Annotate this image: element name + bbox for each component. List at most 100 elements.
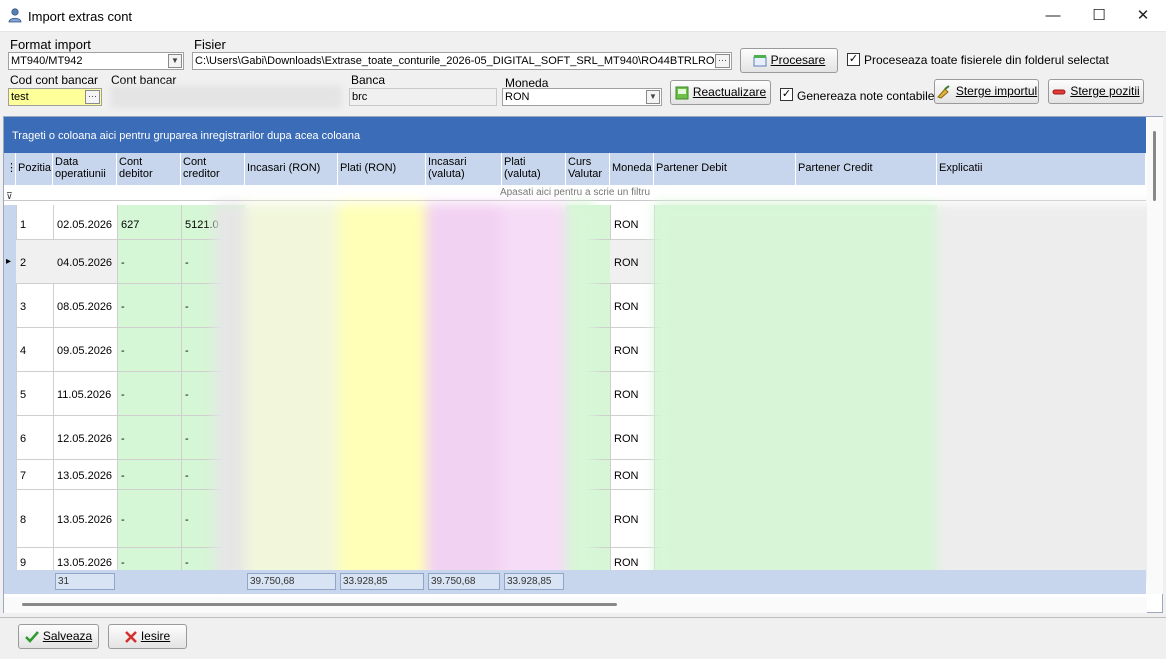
col-header-label: Cont bbox=[119, 156, 143, 168]
cell-cont-creditor: - bbox=[185, 514, 189, 526]
col-header-data[interactable]: Data operatiunii bbox=[53, 153, 117, 185]
browse-cont-button[interactable]: ··· bbox=[85, 90, 100, 104]
cell-cont-debitor: 627 bbox=[121, 219, 140, 231]
horizontal-scrollbar[interactable] bbox=[4, 597, 1147, 613]
maximize-button[interactable]: ☐ bbox=[1076, 0, 1122, 32]
cell-data: 13.05.2026 bbox=[57, 557, 113, 569]
cell-cont-creditor: - bbox=[185, 345, 189, 357]
browse-file-button[interactable]: ··· bbox=[715, 54, 730, 68]
cell-moneda: RON bbox=[614, 257, 639, 269]
cell-pozitia: 2 bbox=[20, 257, 27, 269]
title-bar: Import extras cont — ☐ ✕ bbox=[0, 0, 1166, 32]
banca-field: brc bbox=[349, 88, 497, 106]
format-import-select[interactable]: MT940/MT942 ▼ bbox=[8, 52, 184, 70]
col-header-cont-creditor[interactable]: Cont creditor bbox=[181, 153, 245, 185]
footer-plati-valuta: 33.928,85 bbox=[504, 573, 564, 590]
sterge-pozitii-button[interactable]: Sterge pozitii bbox=[1048, 79, 1144, 104]
group-hint: Trageti o coloana aici pentru gruparea i… bbox=[12, 130, 361, 142]
partners-redacted bbox=[654, 203, 1164, 581]
cell-cont-debitor: - bbox=[121, 301, 125, 313]
cod-cont-input[interactable]: test ··· bbox=[8, 88, 102, 106]
chevron-down-icon[interactable]: ▼ bbox=[168, 54, 182, 68]
col-header-plati-ron[interactable]: Plati (RON) bbox=[338, 153, 426, 185]
col-header-cont-debitor[interactable]: Cont debitor bbox=[117, 153, 181, 185]
close-button[interactable]: ✕ bbox=[1120, 0, 1166, 32]
footer-count: 31 bbox=[55, 573, 115, 590]
app-user-icon bbox=[8, 8, 22, 23]
col-header-label: (valuta) bbox=[504, 168, 541, 180]
vertical-scrollbar[interactable] bbox=[1147, 117, 1163, 594]
scroll-thumb[interactable] bbox=[1153, 131, 1156, 201]
proceseaza-toate-label: Proceseaza toate fisierele din folderul … bbox=[864, 53, 1109, 67]
col-header-label: creditor bbox=[183, 168, 220, 180]
cell-cont-creditor: - bbox=[185, 557, 189, 569]
cont-bancar-label: Cont bancar bbox=[111, 73, 177, 87]
footer-incasari-valuta: 39.750,68 bbox=[428, 573, 500, 590]
cell-moneda: RON bbox=[614, 301, 639, 313]
col-header-label: Data bbox=[55, 156, 79, 168]
col-header-pozitia[interactable]: Pozitia bbox=[16, 153, 53, 185]
grid-line bbox=[117, 205, 118, 573]
col-header-label: Partener Debit bbox=[656, 162, 727, 174]
check-icon: ✓ bbox=[781, 88, 792, 100]
chevron-down-icon[interactable]: ▼ bbox=[646, 90, 660, 104]
col-header-label: Valutar bbox=[568, 168, 603, 180]
cont-bancar-redacted bbox=[110, 86, 342, 108]
col-header-partener-debit[interactable]: Partener Debit bbox=[654, 153, 796, 185]
cell-pozitia: 6 bbox=[20, 433, 27, 445]
proceseaza-toate-checkbox[interactable]: ✓ bbox=[847, 53, 860, 66]
salveaza-label: Salveaza bbox=[42, 629, 93, 643]
footer-plati-ron: 33.928,85 bbox=[340, 573, 424, 590]
col-header-label: Curs bbox=[568, 156, 592, 168]
col-header-incasari-ron[interactable]: Incasari (RON) bbox=[245, 153, 338, 185]
cell-pozitia: 8 bbox=[20, 514, 27, 526]
fisier-value: C:\Users\Gabi\Downloads\Extrase_toate_co… bbox=[195, 55, 732, 67]
cod-cont-value: test bbox=[11, 91, 29, 103]
col-header-curs-valutar[interactable]: Curs Valutar bbox=[566, 153, 610, 185]
sterge-importul-button[interactable]: Sterge importul bbox=[934, 79, 1039, 104]
cell-cont-debitor: - bbox=[121, 389, 125, 401]
col-header-plati-valuta[interactable]: Plati (valuta) bbox=[502, 153, 566, 185]
transactions-grid: Trageti o coloana aici pentru gruparea i… bbox=[3, 116, 1164, 613]
sterge-pozitii-label: Sterge pozitii bbox=[1070, 84, 1140, 98]
cell-pozitia: 9 bbox=[20, 557, 27, 569]
broom-icon bbox=[936, 85, 950, 99]
col-header-label: Moneda bbox=[612, 162, 652, 174]
col-header-moneda[interactable]: Moneda bbox=[610, 153, 654, 185]
cell-data: 13.05.2026 bbox=[57, 470, 113, 482]
filter-row[interactable]: ⊽ Apasati aici pentru a scrie un filtru bbox=[4, 185, 1146, 201]
cell-data: 09.05.2026 bbox=[57, 345, 113, 357]
moneda-select[interactable]: RON ▼ bbox=[502, 88, 662, 106]
check-icon: ✓ bbox=[848, 53, 859, 65]
genereaza-note-checkbox[interactable]: ✓ bbox=[780, 88, 793, 101]
cell-moneda: RON bbox=[614, 433, 639, 445]
cell-pozitia: 7 bbox=[20, 470, 27, 482]
cell-cont-creditor: - bbox=[185, 470, 189, 482]
col-header-incasari-valuta[interactable]: Incasari (valuta) bbox=[426, 153, 502, 185]
column-chooser-button[interactable]: ⋮ bbox=[4, 153, 16, 185]
cell-cont-debitor: - bbox=[121, 514, 125, 526]
cell-moneda: RON bbox=[614, 219, 639, 231]
reactualizare-label: Reactualizare bbox=[692, 85, 767, 99]
col-header-explicatii[interactable]: Explicatii bbox=[937, 153, 1146, 185]
x-icon bbox=[124, 630, 137, 643]
cell-data: 04.05.2026 bbox=[57, 257, 113, 269]
cell-pozitia: 4 bbox=[20, 345, 27, 357]
cell-data: 13.05.2026 bbox=[57, 514, 113, 526]
iesire-button[interactable]: Iesire bbox=[108, 624, 187, 649]
procesare-label: Procesare bbox=[770, 53, 826, 67]
banca-label: Banca bbox=[351, 73, 386, 87]
col-header-label: debitor bbox=[119, 168, 153, 180]
fisier-input[interactable]: C:\Users\Gabi\Downloads\Extrase_toate_co… bbox=[192, 52, 732, 70]
procesare-button[interactable]: Procesare bbox=[740, 48, 838, 73]
salveaza-button[interactable]: Salveaza bbox=[18, 624, 99, 649]
cell-moneda: RON bbox=[614, 470, 639, 482]
cell-cont-debitor: - bbox=[121, 345, 125, 357]
group-by-area[interactable]: Trageti o coloana aici pentru gruparea i… bbox=[4, 117, 1146, 153]
scroll-thumb[interactable] bbox=[22, 603, 617, 606]
col-header-label: Pozitia bbox=[18, 162, 52, 174]
reactualizare-button[interactable]: Reactualizare bbox=[670, 80, 771, 105]
minimize-button[interactable]: — bbox=[1030, 0, 1076, 32]
col-header-partener-credit[interactable]: Partener Credit bbox=[796, 153, 937, 185]
cell-moneda: RON bbox=[614, 389, 639, 401]
